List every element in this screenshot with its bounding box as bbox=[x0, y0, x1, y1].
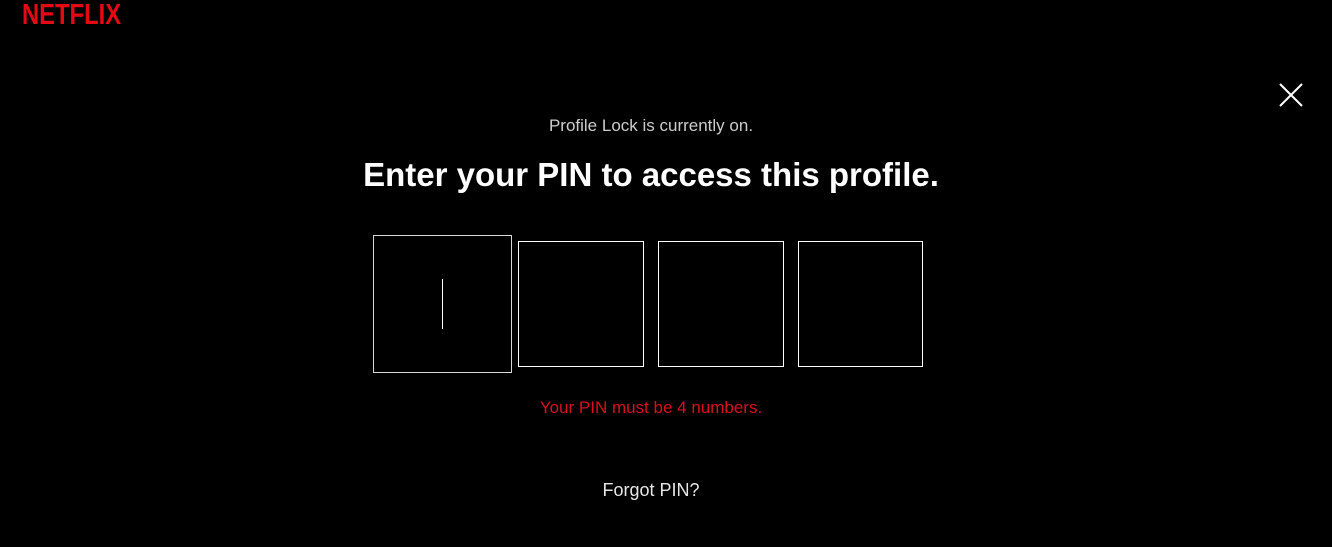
close-button[interactable] bbox=[1278, 82, 1304, 108]
pin-input-4[interactable] bbox=[798, 241, 923, 367]
close-icon bbox=[1279, 83, 1303, 107]
netflix-logo[interactable]: NETFLIX bbox=[22, 0, 121, 30]
text-caret bbox=[442, 279, 443, 329]
page-title: Enter your PIN to access this profile. bbox=[363, 156, 939, 193]
pin-input-1[interactable] bbox=[373, 235, 512, 373]
error-message: Your PIN must be 4 numbers. bbox=[539, 398, 763, 417]
pin-input-2[interactable] bbox=[518, 241, 644, 367]
forgot-pin-row: Forgot PIN? bbox=[0, 480, 1302, 501]
forgot-pin-link[interactable]: Forgot PIN? bbox=[602, 480, 699, 500]
profile-lock-status: Profile Lock is currently on. bbox=[548, 116, 754, 135]
profile-lock-page: NETFLIX Profile Lock is currently on. En… bbox=[0, 0, 1332, 547]
pin-input-3[interactable] bbox=[658, 241, 784, 367]
